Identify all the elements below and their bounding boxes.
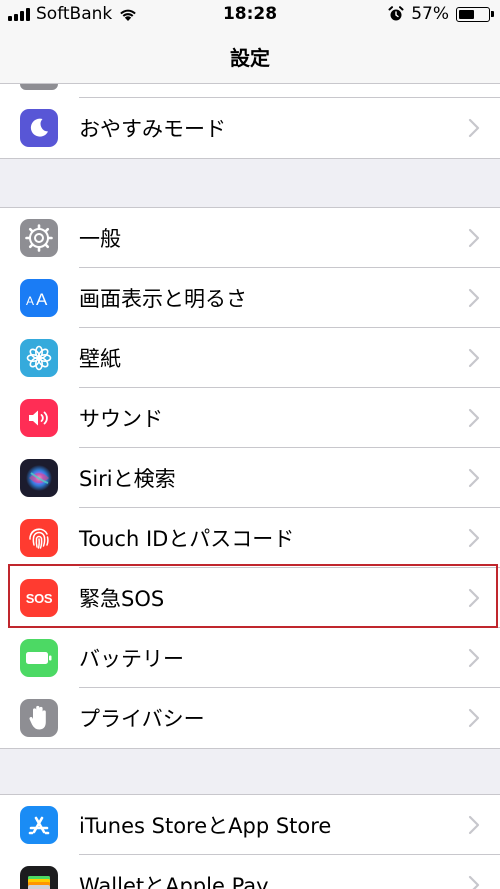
page-title: 設定 [230,46,270,70]
flower-icon [20,339,58,377]
chevron-right-icon [468,875,480,889]
row-label: WalletとApple Pay [79,874,269,889]
navigation-bar: 設定 [0,30,500,84]
settings-row-do-not-disturb[interactable]: おやすみモード [0,98,500,158]
settings-row-display-brightness[interactable]: A A 画面表示と明るさ [0,268,500,328]
sos-icon: SOS [20,579,58,617]
alarm-clock-icon [388,6,404,21]
settings-row-touch-id-passcode[interactable]: Touch IDとパスコード [0,508,500,568]
settings-row-wallet-apple-pay[interactable]: WalletとApple Pay [0,855,500,889]
row-label: 壁紙 [79,347,121,371]
status-bar: SoftBank 18:28 57% [0,0,500,30]
battery-icon [20,639,58,677]
row-label: 緊急SOS [79,587,165,611]
moon-icon [20,109,58,147]
sos-icon-text: SOS [25,590,53,606]
siri-icon [20,459,58,497]
fingerprint-icon [20,519,58,557]
battery-percent: 57% [411,4,449,24]
row-label: Siriと検索 [79,467,176,491]
row-label: バッテリー [79,647,184,671]
row-label: iTunes StoreとApp Store [79,814,332,838]
settings-row-itunes-app-store[interactable]: iTunes StoreとApp Store [0,795,500,855]
settings-row-battery[interactable]: バッテリー [0,628,500,688]
settings-row-general[interactable]: 一般 [0,208,500,268]
wallet-icon [20,866,58,889]
chevron-right-icon [468,118,480,138]
svg-text:A: A [26,294,34,308]
settings-row-wallpaper[interactable]: 壁紙 [0,328,500,388]
chevron-right-icon [468,408,480,428]
hand-icon [20,699,58,737]
status-right: 57% [388,4,494,24]
gear-icon [20,219,58,257]
row-label: 一般 [79,227,121,251]
chevron-right-icon [468,815,480,835]
settings-row-siri-search[interactable]: Siriと検索 [0,448,500,508]
settings-group-0: おやすみモード [0,98,500,159]
chevron-right-icon [468,288,480,308]
chevron-right-icon [468,648,480,668]
settings-screen: SoftBank 18:28 57% 設定 おやすみモード 一般 A A 画面表… [0,0,500,889]
row-label: 画面表示と明るさ [79,287,247,311]
battery-level-fill [459,9,474,19]
row-label: Touch IDとパスコード [79,527,295,551]
chevron-right-icon [468,348,480,368]
settings-row-privacy[interactable]: プライバシー [0,688,500,748]
previous-row-separator [79,97,500,98]
chevron-right-icon [468,708,480,728]
previous-row-icon-sliver [20,84,58,90]
chevron-right-icon [468,528,480,548]
previous-row-sliver [0,84,500,98]
settings-group-1: 一般 A A 画面表示と明るさ 壁紙 サウンド Siriと検索 Touch ID… [0,207,500,749]
chevron-right-icon [468,468,480,488]
chevron-right-icon [468,588,480,608]
row-label: おやすみモード [79,117,226,141]
settings-row-sounds[interactable]: サウンド [0,388,500,448]
app-store-icon [20,806,58,844]
row-label: サウンド [79,407,163,431]
chevron-right-icon [468,228,480,248]
battery-icon [456,6,494,22]
settings-row-emergency-sos[interactable]: SOS 緊急SOS [0,568,500,628]
row-label: プライバシー [79,707,205,731]
svg-text:A: A [36,290,48,308]
speaker-icon [20,399,58,437]
text-size-icon: A A [20,279,58,317]
settings-group-2: iTunes StoreとApp Store WalletとApple Pay [0,794,500,889]
